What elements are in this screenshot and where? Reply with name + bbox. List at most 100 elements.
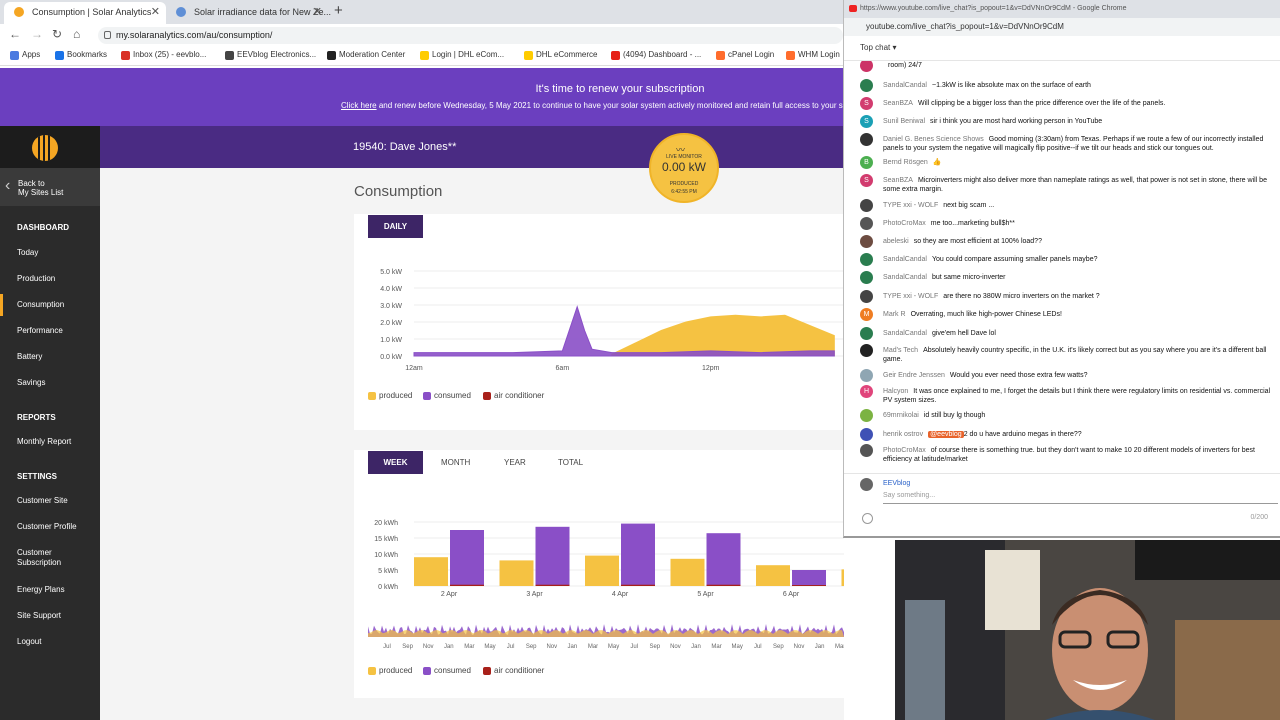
sidebar-item-customer-site[interactable]: Customer Site — [17, 496, 95, 506]
bookmark-eevblog[interactable]: EEVblog Electronics... — [225, 50, 316, 60]
daily-button[interactable]: DAILY — [368, 215, 423, 238]
chat-author[interactable]: PhotoCroMax — [883, 220, 926, 227]
emoji-icon[interactable] — [862, 513, 873, 524]
tab-consumption[interactable]: Consumption | Solar Analytics ✕ — [4, 2, 166, 24]
renew-link[interactable]: Click here — [341, 101, 377, 110]
legend-item-consumed[interactable]: consumed — [423, 666, 471, 675]
chat-author[interactable]: Sunil Beniwal — [883, 118, 925, 125]
chat-author[interactable]: SandalCandal — [883, 274, 927, 281]
bookmark-dhl-ecommerce[interactable]: DHL eCommerce — [524, 50, 598, 60]
avatar[interactable]: S — [860, 115, 873, 128]
chat-author[interactable]: Daniel G. Benes Science Shows — [883, 136, 984, 143]
legend-item-consumed[interactable]: consumed — [423, 391, 471, 400]
back-to-sites-button[interactable]: ‹ Back to My Sites List — [0, 168, 100, 206]
back-arrow-icon[interactable]: ← — [9, 27, 21, 41]
avatar[interactable] — [860, 217, 873, 230]
avatar[interactable] — [860, 327, 873, 340]
chat-author[interactable]: SandalCandal — [883, 82, 927, 89]
sidebar-item-logout[interactable]: Logout — [17, 637, 95, 647]
y-tick-label: 0 kWh — [378, 584, 398, 591]
bookmark-cpanel[interactable]: cPanel Login — [716, 50, 774, 60]
chat-text: give'em hell Dave lol — [931, 330, 996, 337]
close-tab-icon[interactable]: ✕ — [313, 2, 322, 22]
avatar[interactable]: B — [860, 156, 873, 169]
chat-author[interactable]: Halcyon — [883, 388, 908, 395]
avatar[interactable] — [860, 253, 873, 266]
avatar[interactable] — [860, 79, 873, 92]
legend-item-produced[interactable]: produced — [368, 666, 412, 675]
chat-author[interactable]: TYPE xxi - WOLF — [883, 293, 938, 300]
bookmark-moderation[interactable]: Moderation Center — [327, 50, 405, 60]
chevron-left-icon: ‹ — [5, 177, 11, 194]
sidebar-item-savings[interactable]: Savings — [17, 378, 95, 388]
avatar[interactable] — [860, 409, 873, 422]
avatar[interactable]: S — [860, 97, 873, 110]
site-name: 19540: Dave Jones** — [353, 141, 457, 153]
tab-solar-irradiance[interactable]: Solar irradiance data for New Ze... ✕ — [166, 2, 331, 24]
legend-item-air-conditioner[interactable]: air conditioner — [483, 391, 544, 400]
sidebar-item-customer-subscription[interactable]: Customer Subscription — [17, 548, 95, 568]
bookmark-bookmarks[interactable]: Bookmarks — [55, 50, 107, 60]
live-monitor-badge[interactable]: 〰 LIVE MONITOR 0.00 kW PRODUCED 6:42:55 … — [649, 133, 719, 203]
sidebar-item-consumption[interactable]: Consumption — [17, 300, 95, 310]
avatar[interactable]: S — [860, 174, 873, 187]
sidebar-item-today[interactable]: Today — [17, 248, 95, 258]
top-chat-dropdown[interactable]: Top chat ▾ — [860, 43, 897, 52]
chat-author[interactable]: SeanBZA — [883, 100, 913, 107]
new-tab-icon[interactable]: + — [334, 2, 343, 19]
avatar[interactable] — [860, 235, 873, 248]
avatar[interactable] — [860, 444, 873, 457]
home-icon[interactable]: ⌂ — [73, 27, 80, 41]
avatar[interactable]: M — [860, 308, 873, 321]
reload-icon[interactable]: ↻ — [52, 27, 62, 41]
url-field[interactable]: my.solaranalytics.com/au/consumption/ — [98, 27, 843, 44]
tab-total[interactable]: TOTAL — [558, 451, 583, 474]
tab-year[interactable]: YEAR — [504, 451, 526, 474]
sidebar-item-customer-profile[interactable]: Customer Profile — [17, 522, 95, 532]
chat-author[interactable]: Mad's Tech — [883, 347, 918, 354]
sidebar-item-site-support[interactable]: Site Support — [17, 611, 95, 621]
gmail-icon — [121, 51, 130, 60]
bookmark-dhl-login[interactable]: Login | DHL eCom... — [420, 50, 504, 60]
legend-item-air-conditioner[interactable]: air conditioner — [483, 666, 544, 675]
avatar[interactable] — [860, 199, 873, 212]
sidebar-item-performance[interactable]: Performance — [17, 326, 95, 336]
my-channel-name: EEVblog — [883, 480, 911, 487]
avatar[interactable] — [860, 344, 873, 357]
chat-author[interactable]: Bernd Rösgen — [883, 159, 928, 166]
tab-month[interactable]: MONTH — [441, 451, 470, 474]
chat-author[interactable]: Mark R — [883, 311, 906, 318]
chat-author[interactable]: SeanBZA — [883, 177, 913, 184]
avatar[interactable] — [860, 271, 873, 284]
chat-author[interactable]: Geir Endre Jenssen — [883, 372, 945, 379]
chat-author[interactable]: 69mrnikolai — [883, 412, 919, 419]
chat-author[interactable]: PhotoCroMax — [883, 447, 926, 454]
sidebar-item-battery[interactable]: Battery — [17, 352, 95, 362]
sidebar-item-monthly-report[interactable]: Monthly Report — [17, 437, 95, 447]
chat-author[interactable]: abeleski — [883, 238, 909, 245]
daily-chart: 0.0 kW 1.0 kW 2.0 kW 3.0 kW 4.0 kW 5.0 kW 12am… — [380, 269, 844, 372]
legend-item-produced[interactable]: produced — [368, 391, 412, 400]
avatar[interactable] — [860, 61, 873, 72]
bookmark-whm[interactable]: WHM Login — [786, 50, 840, 60]
avatar[interactable] — [860, 428, 873, 441]
tab-week[interactable]: WEEK — [368, 451, 423, 474]
forward-arrow-icon[interactable]: → — [31, 27, 43, 41]
solar-analytics-logo[interactable] — [32, 135, 58, 161]
chat-author[interactable]: henrik ostrov — [883, 431, 923, 438]
sidebar-item-production[interactable]: Production — [17, 274, 95, 284]
chat-author[interactable]: SandalCandal — [883, 330, 927, 337]
chat-author[interactable]: SandalCandal — [883, 256, 927, 263]
chat-author[interactable]: TYPE xxi - WOLF — [883, 202, 938, 209]
bookmark-apps[interactable]: Apps — [10, 50, 40, 60]
sidebar-item-energy-plans[interactable]: Energy Plans — [17, 585, 95, 595]
avatar[interactable] — [860, 369, 873, 382]
legend-label: produced — [379, 391, 413, 400]
bookmark-inbox[interactable]: Inbox (25) - eevblo... — [121, 50, 206, 60]
avatar[interactable]: H — [860, 385, 873, 398]
avatar[interactable] — [860, 290, 873, 303]
chat-input[interactable]: Say something... — [883, 492, 935, 499]
close-tab-icon[interactable]: ✕ — [151, 2, 160, 22]
bookmark-dashboard[interactable]: (4094) Dashboard - ... — [611, 50, 701, 60]
avatar[interactable] — [860, 133, 873, 146]
